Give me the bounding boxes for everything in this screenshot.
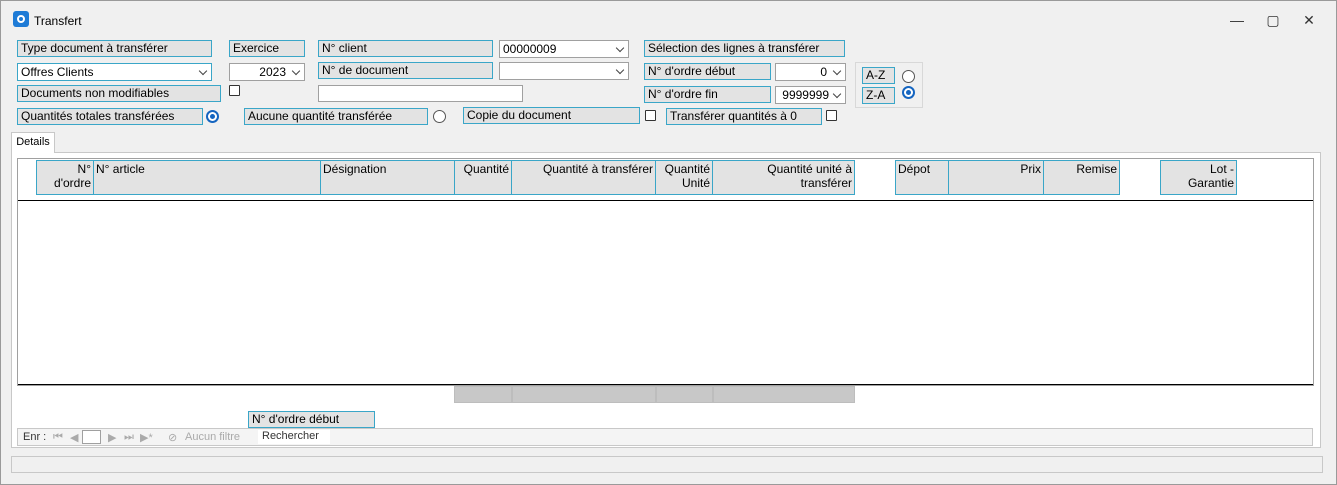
minimize-button[interactable]: —: [1219, 7, 1255, 33]
footer-ordre-debut-label: N° d'ordre début: [248, 411, 375, 428]
selection-lignes-label: Sélection des lignes à transférer: [644, 40, 845, 57]
col-qt-unite-transferer[interactable]: Quantité unité à transférer: [712, 160, 855, 195]
title-bar: Transfert — ▢ ✕: [1, 1, 1336, 31]
search-input[interactable]: [318, 85, 523, 102]
sum-quantite: [454, 386, 512, 403]
ordre-fin-value: 9999999: [782, 88, 829, 102]
non-modifiables-label: Documents non modifiables: [17, 85, 221, 102]
copie-label: Copie du document: [463, 107, 640, 124]
col-depot[interactable]: Dépot: [895, 160, 949, 195]
ordre-debut-combobox[interactable]: 0: [775, 63, 846, 81]
ordre-fin-label: N° d'ordre fin: [644, 86, 771, 103]
client-label: N° client: [318, 40, 493, 57]
ordre-debut-value: 0: [820, 65, 827, 79]
close-button[interactable]: ✕: [1291, 7, 1327, 33]
col-ordre[interactable]: N° d'ordre: [36, 160, 94, 195]
navigator-search-input[interactable]: Rechercher: [258, 430, 330, 444]
next-record-icon[interactable]: ▶: [108, 431, 116, 444]
document-label: N° de document: [318, 62, 493, 79]
col-qt-transferer[interactable]: Quantité à transférer: [511, 160, 656, 195]
type-document-combobox[interactable]: Offres Clients: [17, 63, 212, 81]
sum-qt-unite-transferer: [713, 386, 855, 403]
chevron-down-icon[interactable]: [830, 87, 845, 103]
sum-qt-transferer: [512, 386, 656, 403]
sort-za-label: Z-A: [862, 87, 895, 104]
chevron-down-icon[interactable]: [196, 64, 211, 80]
chevron-down-icon[interactable]: [613, 41, 628, 57]
app-icon: [13, 11, 29, 27]
aucune-qt-radio[interactable]: [433, 110, 446, 123]
window-title: Transfert: [34, 14, 82, 28]
qt-totales-radio[interactable]: [206, 110, 219, 123]
qt-totales-label: Quantités totales transférées: [17, 108, 203, 125]
client-value: 00000009: [503, 42, 557, 56]
filter-label[interactable]: Aucun filtre: [185, 431, 240, 443]
first-record-icon[interactable]: ⏮: [53, 431, 63, 444]
ordre-fin-combobox[interactable]: 9999999: [775, 86, 846, 104]
new-record-icon[interactable]: ▶*: [140, 431, 153, 444]
sort-az-label: A-Z: [862, 67, 895, 84]
chevron-down-icon[interactable]: [830, 64, 845, 80]
col-article[interactable]: N° article: [93, 160, 321, 195]
record-navigator: Enr : ⏮ ◀ ▶ ⏭ ▶* ⊘ Aucun filtre Recherch…: [17, 428, 1313, 446]
filter-icon[interactable]: ⊘: [168, 431, 177, 444]
sort-za-radio[interactable]: [902, 86, 915, 99]
col-prix[interactable]: Prix: [948, 160, 1044, 195]
col-qt-unite[interactable]: Quantité Unité: [655, 160, 713, 195]
last-record-icon[interactable]: ⏭: [124, 431, 134, 444]
sort-az-radio[interactable]: [902, 70, 915, 83]
previous-record-icon[interactable]: ◀: [70, 431, 78, 444]
col-remise[interactable]: Remise: [1043, 160, 1120, 195]
col-designation[interactable]: Désignation: [320, 160, 455, 195]
grid-footer-divider: [18, 384, 1313, 385]
non-modifiables-checkbox[interactable]: [229, 85, 240, 96]
transferer-zero-label: Transférer quantités à 0: [666, 108, 822, 125]
chevron-down-icon[interactable]: [613, 63, 628, 79]
record-label: Enr :: [23, 431, 47, 443]
record-number-input[interactable]: [82, 430, 101, 444]
type-document-value: Offres Clients: [21, 65, 94, 79]
copie-checkbox[interactable]: [645, 110, 656, 121]
transferer-zero-checkbox[interactable]: [826, 110, 837, 121]
chevron-down-icon[interactable]: [289, 64, 304, 80]
exercice-value: 2023: [259, 65, 286, 79]
grid-header-divider: [18, 200, 1313, 201]
exercice-combobox[interactable]: 2023: [229, 63, 305, 81]
maximize-button[interactable]: ▢: [1255, 7, 1291, 33]
aucune-qt-label: Aucune quantité transférée: [244, 108, 428, 125]
status-bar: [11, 456, 1323, 473]
col-lot-garantie[interactable]: Lot - Garantie: [1160, 160, 1237, 195]
sum-qt-unite: [656, 386, 713, 403]
client-combobox[interactable]: 00000009: [499, 40, 629, 58]
document-combobox[interactable]: [499, 62, 629, 80]
exercice-label: Exercice: [229, 40, 305, 57]
type-document-label: Type document à transférer: [17, 40, 212, 57]
col-quantite[interactable]: Quantité: [454, 160, 512, 195]
ordre-debut-label: N° d'ordre début: [644, 63, 771, 80]
tab-details[interactable]: Details: [11, 132, 55, 153]
